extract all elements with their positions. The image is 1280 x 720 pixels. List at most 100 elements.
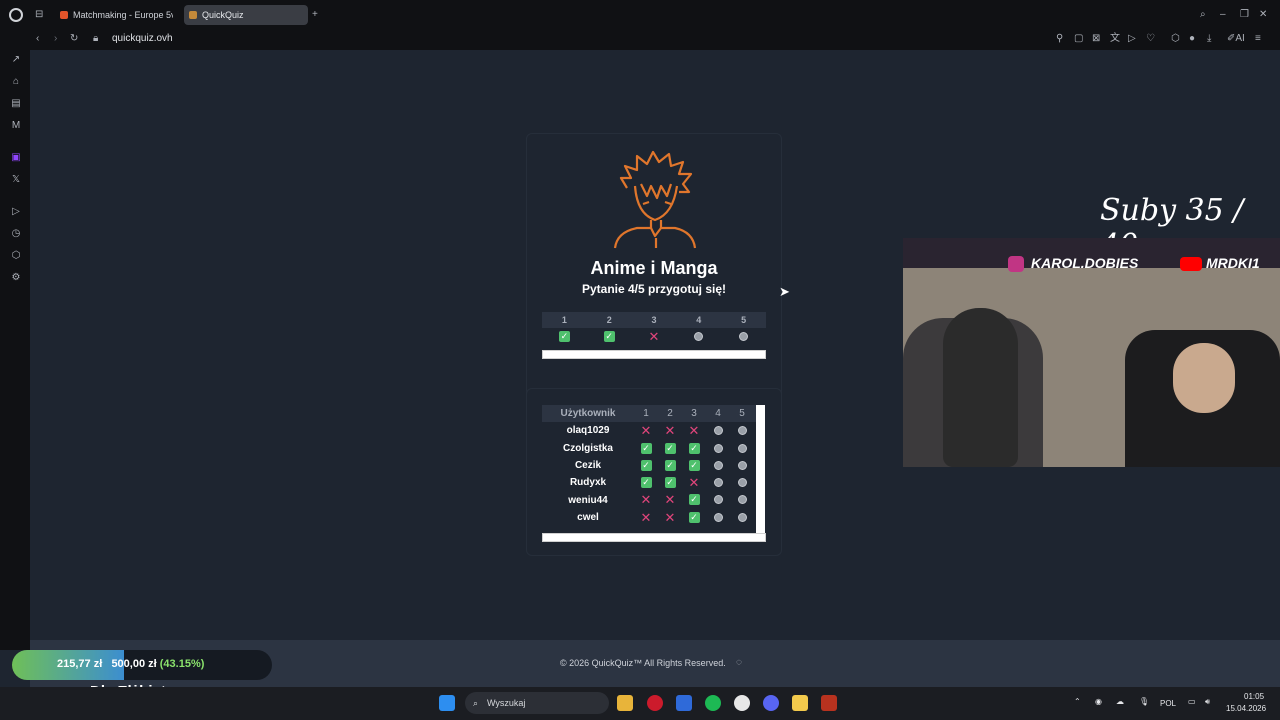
player-icon[interactable]: ▷ bbox=[10, 206, 22, 218]
leaderboard-result-cell: ✕ bbox=[658, 508, 682, 526]
vertical-scrollbar[interactable] bbox=[756, 405, 765, 533]
search-tabs-icon[interactable]: ⌕ bbox=[1200, 9, 1206, 21]
pending-dot-icon bbox=[737, 460, 747, 470]
pending-dot-icon bbox=[737, 443, 747, 453]
pending-dot-icon bbox=[713, 426, 723, 436]
start-icon[interactable] bbox=[439, 695, 455, 711]
tab-quickquiz[interactable]: QuickQuiz bbox=[184, 5, 308, 25]
network-icon[interactable]: ▭ bbox=[1188, 697, 1196, 706]
webcam-feed: KAROL.DOBIES MRDKI1 bbox=[903, 238, 1280, 467]
extensions-sidebar-icon[interactable]: ⬡ bbox=[10, 250, 22, 262]
question-status: Pytanie 4/5 przygotuj się! bbox=[581, 282, 727, 296]
maximize-icon[interactable]: ❐ bbox=[1240, 9, 1249, 21]
progress-cell: ✓ bbox=[587, 328, 632, 346]
chatgpt-icon[interactable] bbox=[734, 695, 750, 711]
pending-dot-icon bbox=[713, 512, 723, 522]
address-bar: ‹ › ↻ 🔒︎ quickquiz.ovh ⚲ ▢ ⊠ 文 ▷ ♡ ⬡ ● ⤓… bbox=[0, 28, 1280, 50]
correct-check-icon: ✓ bbox=[640, 459, 652, 471]
download-icon[interactable]: ⤓ bbox=[1207, 33, 1211, 45]
correct-check-icon: ✓ bbox=[664, 459, 676, 471]
correct-check-icon: ✓ bbox=[688, 511, 700, 523]
snapshot-icon[interactable]: ▢ bbox=[1074, 33, 1083, 45]
m-app-icon[interactable]: M bbox=[10, 120, 22, 132]
leaderboard-username: Czolgistka bbox=[562, 442, 613, 454]
history-icon[interactable]: ◷ bbox=[10, 228, 22, 240]
correct-check-icon: ✓ bbox=[664, 477, 676, 489]
leaderboard-result-cell: ✓ bbox=[658, 474, 682, 492]
progress-cell: ✓ bbox=[542, 328, 587, 346]
profile-icon[interactable]: ● bbox=[1189, 33, 1195, 45]
url-field[interactable]: quickquiz.ovh bbox=[112, 31, 173, 47]
crypto-wallet-icon[interactable]: ⌂ bbox=[10, 76, 22, 88]
correct-check-icon: ✓ bbox=[558, 331, 570, 343]
opera-logo-icon[interactable] bbox=[9, 8, 23, 22]
x-icon[interactable]: 𝕏 bbox=[10, 174, 22, 186]
menu-icon[interactable]: ≡ bbox=[1255, 33, 1261, 45]
twitch-icon[interactable]: ▣ bbox=[10, 152, 22, 164]
app-icon[interactable] bbox=[676, 695, 692, 711]
question-number: 5 bbox=[741, 315, 747, 325]
leaderboard-row: Rudyxk ✓ ✓ ✕ bbox=[542, 474, 756, 491]
horizontal-scrollbar[interactable] bbox=[542, 350, 766, 359]
pin-icon[interactable]: ⚲ bbox=[1056, 33, 1063, 45]
discord-icon[interactable] bbox=[763, 695, 779, 711]
notes-icon[interactable]: ▤ bbox=[10, 98, 22, 110]
youtube-handle: MRDKI1 bbox=[1206, 255, 1260, 271]
notes-app-icon[interactable] bbox=[792, 695, 808, 711]
onedrive-icon[interactable]: ☁ bbox=[1116, 697, 1124, 706]
microphone-icon[interactable]: 🎙︎ bbox=[1139, 697, 1149, 706]
shield-app-icon[interactable] bbox=[821, 695, 837, 711]
instagram-icon bbox=[1008, 256, 1024, 272]
wrong-cross-icon: ✕ bbox=[640, 509, 652, 525]
taskbar-search[interactable]: ⌕ Wyszukaj bbox=[465, 692, 609, 714]
volume-icon[interactable]: 🔊︎ bbox=[1205, 697, 1210, 707]
extensions-icon[interactable]: ⬡ bbox=[1171, 33, 1180, 45]
settings-icon[interactable]: ⚙ bbox=[10, 272, 22, 284]
play-icon[interactable]: ▷ bbox=[1128, 33, 1136, 45]
lock-icon: 🔒︎ bbox=[93, 33, 99, 44]
horizontal-scrollbar[interactable] bbox=[542, 533, 766, 542]
aria-icon[interactable]: ↗ bbox=[10, 54, 22, 66]
leaderboard-result-cell bbox=[730, 491, 754, 509]
reload-icon[interactable]: ↻ bbox=[70, 33, 78, 45]
back-icon[interactable]: ‹ bbox=[36, 33, 39, 45]
question-number: 4 bbox=[696, 315, 702, 325]
leaderboard-result-cell: ✓ bbox=[682, 439, 706, 457]
leaderboard-row: Cezik ✓ ✓ ✓ bbox=[542, 457, 756, 474]
workspace-icon[interactable]: ⊟ bbox=[35, 9, 43, 21]
pending-dot-icon bbox=[713, 460, 723, 470]
tray-chevron-icon[interactable]: ⌃ bbox=[1074, 697, 1081, 706]
quickquiz-favicon-icon bbox=[189, 11, 197, 19]
tab-label: QuickQuiz bbox=[202, 10, 244, 20]
leaderboard-row: Czolgistka ✓ ✓ ✓ bbox=[542, 440, 756, 457]
question-column-header: 4 bbox=[715, 408, 721, 420]
leaderboard-result-cell: ✕ bbox=[634, 491, 658, 509]
close-window-icon[interactable]: ✕ bbox=[1259, 9, 1267, 21]
leaderboard-result-cell: ✓ bbox=[634, 439, 658, 457]
spotify-icon[interactable] bbox=[705, 695, 721, 711]
block-icon[interactable]: ⊠ bbox=[1092, 33, 1100, 45]
language-indicator[interactable]: POL bbox=[1160, 699, 1176, 708]
wrong-cross-icon: ✕ bbox=[640, 423, 652, 439]
clock-time[interactable]: 01:05 bbox=[1244, 692, 1264, 701]
leaderboard-result-cell: ✕ bbox=[658, 422, 682, 440]
forward-icon[interactable]: › bbox=[54, 33, 57, 45]
progress-cell: ✕ bbox=[632, 328, 677, 346]
question-number: 1 bbox=[561, 315, 567, 325]
correct-check-icon: ✓ bbox=[664, 442, 676, 454]
leaderboard-result-cell bbox=[730, 508, 754, 526]
translate-icon[interactable]: 文 bbox=[1110, 33, 1120, 45]
wrong-cross-icon: ✕ bbox=[664, 423, 676, 439]
ai-icon[interactable]: ✐AI bbox=[1227, 33, 1245, 45]
leaderboard-username: Cezik bbox=[574, 460, 602, 472]
heart-icon[interactable]: ♡ bbox=[1146, 33, 1155, 45]
tab-matchmaking[interactable]: Matchmaking - Europe 5v5 bbox=[55, 5, 173, 25]
pending-dot-icon bbox=[737, 512, 747, 522]
tray-app-icon[interactable]: ◉ bbox=[1095, 697, 1102, 706]
minimize-icon[interactable]: – bbox=[1220, 9, 1226, 21]
file-explorer-icon[interactable] bbox=[617, 695, 633, 711]
leaderboard-result-cell bbox=[706, 474, 730, 492]
clock-date[interactable]: 15.04.2026 bbox=[1226, 704, 1266, 713]
new-tab-icon[interactable]: + bbox=[312, 9, 318, 21]
opera-icon[interactable] bbox=[647, 695, 663, 711]
